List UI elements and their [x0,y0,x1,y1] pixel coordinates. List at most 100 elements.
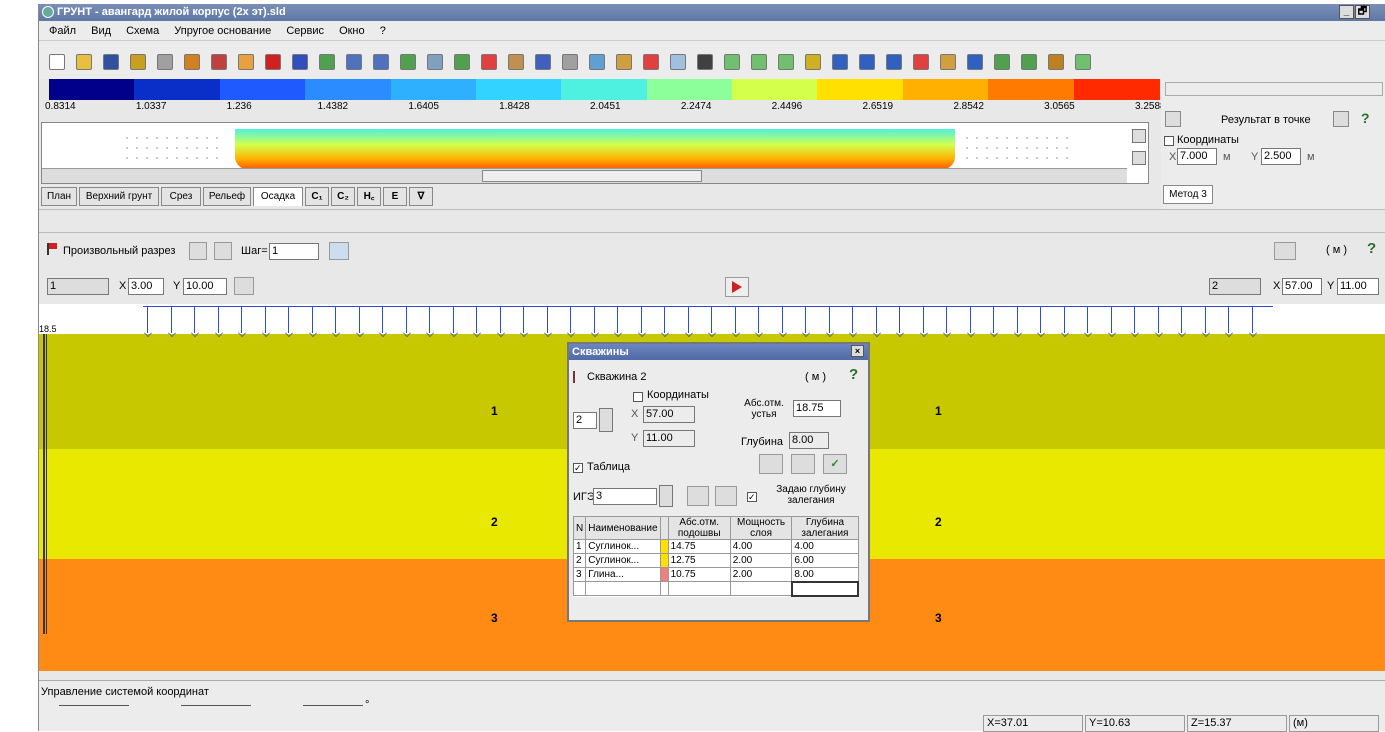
row-name[interactable]: Глина... [585,567,661,582]
toolbar-button-icon[interactable] [157,54,173,70]
table-row-empty[interactable] [572,580,860,597]
toolbar-button-icon[interactable] [481,54,497,70]
status-field-a[interactable] [59,705,129,706]
toolbar-button-icon[interactable] [670,54,686,70]
menu-view[interactable]: Вид [91,25,111,37]
toolbar-button-icon[interactable] [967,54,983,70]
ige-spinner[interactable] [659,485,673,507]
help-icon[interactable]: ? [1361,110,1370,126]
toolbar-button-icon[interactable] [724,54,740,70]
toolbar-button-icon[interactable] [400,54,416,70]
x-field[interactable]: 7.000 [1177,148,1217,165]
menu-elastic-base[interactable]: Упругое основание [174,25,271,37]
toolbar-button-icon[interactable] [859,54,875,70]
section-help-button[interactable] [214,242,232,260]
tab-c1[interactable]: C₁ [305,187,329,206]
menu-window[interactable]: Окно [339,25,365,37]
row-name[interactable]: Суглинок... [585,539,661,554]
depth-field[interactable]: 8.00 [789,432,829,449]
right-x-field[interactable]: 57.00 [1282,278,1322,295]
run-section-button[interactable] [725,277,749,297]
coords-checkbox[interactable] [1164,136,1174,146]
left-point-select[interactable]: 1 [47,278,109,295]
toolbar-button-icon[interactable] [211,54,227,70]
toolbar-button-icon[interactable] [373,54,389,70]
toolbar-button-icon[interactable] [751,54,767,70]
abs-elev-field[interactable]: 18.75 [793,400,841,417]
scroll-up-button[interactable] [1132,129,1146,143]
toolbar-button-icon[interactable] [940,54,956,70]
status-field-b[interactable] [181,705,251,706]
tab-hc[interactable]: H꜀ [357,187,381,206]
section-tool-button[interactable] [189,242,207,260]
right-y-field[interactable]: 11.00 [1337,278,1379,295]
dialog-help-icon[interactable]: ? [849,366,858,383]
toolbar-button-icon[interactable] [319,54,335,70]
left-x-field[interactable]: 3.00 [128,278,164,295]
toolbar-button-icon[interactable] [292,54,308,70]
toolbar-button-icon[interactable] [184,54,200,70]
menu-help[interactable]: ? [380,25,386,37]
chart-button[interactable] [329,242,349,260]
toolbar-button-icon[interactable] [265,54,281,70]
toolbar-button-icon[interactable] [832,54,848,70]
empty-depth-cell[interactable] [790,580,860,597]
scroll-thumb[interactable] [482,170,702,182]
menu-service[interactable]: Сервис [286,25,324,37]
toolbar-button-icon[interactable] [913,54,929,70]
tab-top-soil[interactable]: Верхний грунт [79,187,159,206]
section-help-icon[interactable]: ? [1367,240,1376,257]
toolbar-button-icon[interactable] [130,54,146,70]
dialog-coords-checkbox[interactable] [633,392,643,402]
toolbar-button-icon[interactable] [643,54,659,70]
dialog-help-button[interactable] [759,454,783,474]
row-name[interactable]: Суглинок... [585,553,661,568]
toolbar-button-icon[interactable] [49,54,65,70]
table-row[interactable]: 1 Суглинок... 14.75 4.00 4.00 [572,539,859,554]
settlement-preview[interactable] [41,122,1149,184]
scroll-down-button[interactable] [1132,151,1146,165]
toolbar-button-icon[interactable] [994,54,1010,70]
tab-plan[interactable]: План [41,187,77,206]
toolbar-button-icon[interactable] [508,54,524,70]
well-number-field[interactable]: 2 [573,412,597,429]
depth-checkbox[interactable]: ✓ [747,492,757,502]
minimize-button[interactable]: _ [1339,5,1354,19]
dialog-y-field[interactable]: 11.00 [643,430,695,447]
menu-scheme[interactable]: Схема [126,25,159,37]
toolbar-button-icon[interactable] [805,54,821,70]
status-field-c[interactable] [303,705,363,706]
toolbar-button-icon[interactable] [562,54,578,70]
dialog-x-field[interactable]: 57.00 [643,406,695,423]
calculator-icon[interactable] [1165,111,1181,127]
table-row[interactable]: 3 Глина... 10.75 2.00 8.00 [572,567,859,582]
point-result-button[interactable] [1333,111,1349,127]
toolbar-button-icon[interactable] [535,54,551,70]
toolbar-button-icon[interactable] [1021,54,1037,70]
close-icon[interactable]: × [851,345,864,357]
step-field[interactable]: 1 [269,243,319,260]
tab-method-3[interactable]: Метод 3 [1163,185,1213,204]
toolbar-button-icon[interactable] [238,54,254,70]
maximize-button[interactable]: 🗗 [1355,5,1370,19]
table-checkbox[interactable]: ✓ [573,463,583,473]
toolbar-button-icon[interactable] [886,54,902,70]
toolbar-button-icon[interactable] [427,54,443,70]
menu-file[interactable]: Файл [49,25,76,37]
y-field[interactable]: 2.500 [1261,148,1301,165]
toolbar-button-icon[interactable] [616,54,632,70]
row-depth[interactable]: 8.00 [791,567,859,582]
right-point-select[interactable]: 2 [1209,278,1261,295]
table-row[interactable]: 2 Суглинок... 12.75 2.00 6.00 [572,553,859,568]
row-depth[interactable]: 6.00 [791,553,859,568]
toolbar-button-icon[interactable] [103,54,119,70]
toolbar-button-icon[interactable] [76,54,92,70]
row-depth[interactable]: 4.00 [791,539,859,554]
toolbar-button-icon[interactable] [1048,54,1064,70]
left-y-field[interactable]: 10.00 [183,278,227,295]
tab-relief[interactable]: Рельеф [203,187,251,206]
ige-apply-button[interactable] [687,486,709,506]
tab-nabla[interactable]: ∇ [409,187,433,206]
ige-add-button[interactable] [715,486,737,506]
tab-cut[interactable]: Срез [161,187,201,206]
